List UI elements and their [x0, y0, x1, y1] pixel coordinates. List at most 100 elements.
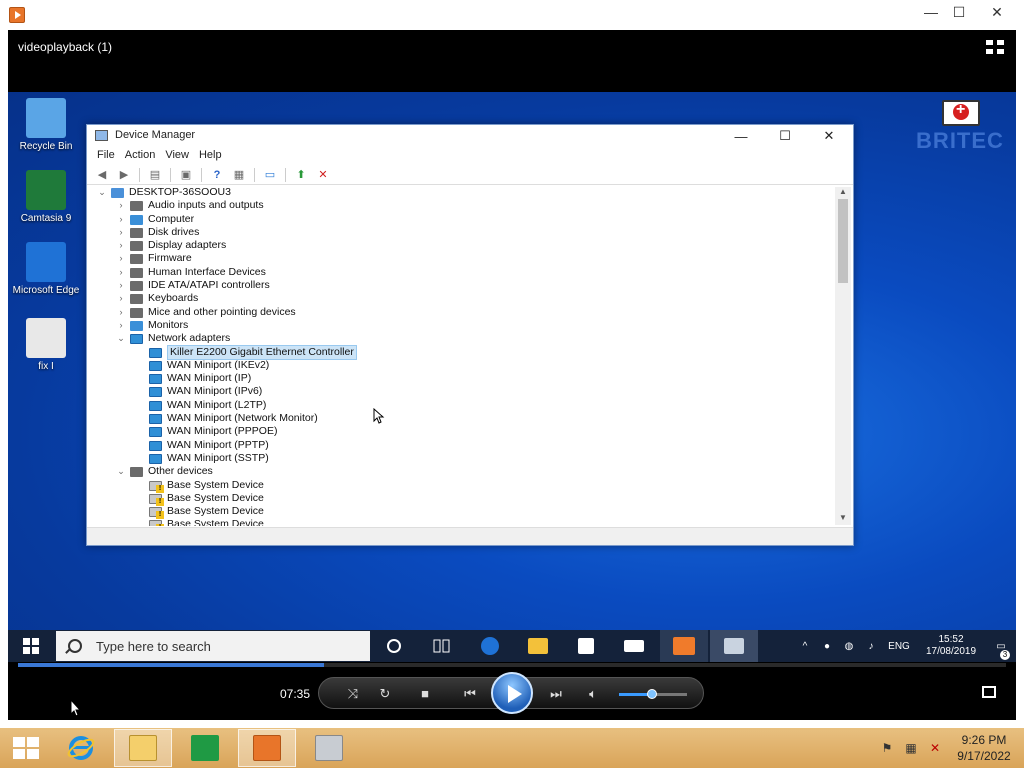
collapse-chevron-icon[interactable]: ⌄ — [97, 186, 107, 199]
update-driver-icon[interactable]: ⬆ — [292, 168, 310, 182]
tree-node[interactable]: › Audio inputs and outputs — [89, 199, 835, 212]
tree-node[interactable]: › Disk drives — [89, 226, 835, 239]
dm-maximize-button[interactable]: ☐ — [763, 125, 807, 147]
mail-icon[interactable] — [610, 630, 658, 662]
collapse-chevron-icon[interactable]: ⌄ — [116, 332, 126, 345]
expand-chevron-icon[interactable]: › — [116, 279, 126, 292]
host-device-icon[interactable] — [300, 729, 358, 767]
tree-node[interactable]: Killer E2200 Gigabit Ethernet Controller — [89, 344, 835, 360]
switch-to-now-playing-icon[interactable] — [982, 686, 996, 698]
close-button[interactable]: ✕ — [980, 0, 1014, 24]
language-indicator[interactable]: ENG — [882, 641, 916, 652]
menu-help[interactable]: Help — [195, 147, 228, 165]
flag-icon[interactable]: ⚑ — [880, 741, 894, 755]
play-button[interactable] — [491, 672, 533, 714]
volume-knob[interactable] — [646, 689, 657, 699]
expand-chevron-icon[interactable]: › — [116, 319, 126, 332]
tree-node[interactable]: ⌄ Other devices — [89, 465, 835, 478]
host-file-explorer-icon[interactable] — [114, 729, 172, 767]
tree-node[interactable]: › Computer — [89, 213, 835, 226]
tree-node[interactable]: WAN Miniport (IKEv2) — [89, 359, 835, 372]
video-area[interactable]: Recycle Bin Camtasia 9 Microsoft Edge fix I… — [8, 92, 1016, 662]
expand-chevron-icon[interactable]: › — [116, 226, 126, 239]
help-icon[interactable]: ? — [208, 168, 226, 182]
back-arrow-icon[interactable]: ◀ — [93, 168, 111, 182]
desktop-icon[interactable]: Microsoft Edge — [10, 242, 82, 296]
menu-view[interactable]: View — [161, 147, 195, 165]
tree-node[interactable]: › IDE ATA/ATAPI controllers — [89, 279, 835, 292]
task-view-icon[interactable] — [418, 630, 466, 662]
recorded-clock[interactable]: 15:52 17/08/2019 — [916, 634, 986, 658]
properties-icon[interactable]: ▣ — [177, 168, 195, 182]
desktop-icon[interactable]: Recycle Bin — [10, 98, 82, 152]
scan-hardware-icon[interactable]: ▭ — [261, 168, 279, 182]
expand-chevron-icon[interactable]: › — [116, 252, 126, 265]
speaker-icon[interactable]: ♪ — [860, 641, 882, 652]
next-icon[interactable]: ⏭ — [543, 685, 569, 703]
windows-start-icon[interactable] — [8, 630, 54, 662]
tree-node[interactable]: WAN Miniport (SSTP) — [89, 452, 835, 465]
tree-node[interactable]: Base System Device — [89, 479, 835, 493]
tree-node[interactable]: › Keyboards — [89, 292, 835, 305]
expand-chevron-icon[interactable]: › — [116, 213, 126, 226]
network-globe-icon[interactable]: ◍ — [838, 641, 860, 652]
scroll-down-icon[interactable]: ▼ — [835, 513, 851, 525]
tree-node[interactable]: Base System Device — [89, 505, 835, 520]
desktop-icon[interactable]: fix I — [10, 318, 82, 372]
edge-taskbar-icon[interactable] — [466, 630, 514, 662]
tree-node[interactable]: WAN Miniport (L2TP) — [89, 399, 835, 412]
tree-scrollbar[interactable]: ▲ ▼ — [835, 187, 851, 525]
previous-icon[interactable]: ⏮ — [457, 685, 483, 703]
tree-node[interactable]: WAN Miniport (PPTP) — [89, 439, 835, 452]
stop-icon[interactable]: ■ — [415, 685, 435, 703]
host-store-icon[interactable] — [176, 729, 234, 767]
tree-node[interactable]: › Mice and other pointing devices — [89, 306, 835, 319]
tree-node[interactable]: ⌄ DESKTOP-36SOOU3 — [89, 186, 835, 199]
tree-node[interactable]: WAN Miniport (IPv6) — [89, 385, 835, 398]
uninstall-device-icon[interactable]: ✕ — [314, 168, 332, 182]
internet-explorer-taskbar-icon[interactable] — [52, 729, 110, 767]
tree-node[interactable]: › Human Interface Devices — [89, 266, 835, 279]
notification-center-icon[interactable]: ▭ 3 — [986, 641, 1016, 660]
cortana-icon[interactable] — [370, 630, 418, 662]
tree-node[interactable]: Base System Device — [89, 492, 835, 506]
tree-node[interactable]: ⌄ Network adapters — [89, 332, 835, 345]
store-icon[interactable] — [562, 630, 610, 662]
dm-minimize-button[interactable]: — — [719, 125, 763, 147]
tree-node[interactable]: WAN Miniport (Network Monitor) — [89, 412, 835, 425]
menu-file[interactable]: File — [93, 147, 121, 165]
mute-speaker-icon[interactable]: 🔈︎ — [583, 685, 603, 703]
microphone-icon[interactable]: ● — [816, 641, 838, 652]
host-media-player-icon[interactable] — [238, 729, 296, 767]
switch-to-library-icon[interactable] — [986, 40, 1004, 54]
forward-arrow-icon[interactable]: ▶ — [115, 168, 133, 182]
expand-chevron-icon[interactable]: › — [116, 266, 126, 279]
collapse-chevron-icon[interactable]: ⌄ — [116, 465, 126, 478]
file-explorer-icon[interactable] — [514, 630, 562, 662]
expand-chevron-icon[interactable]: › — [116, 239, 126, 252]
expand-chevron-icon[interactable]: › — [116, 199, 126, 212]
menu-action[interactable]: Action — [121, 147, 162, 165]
tree-node[interactable]: WAN Miniport (PPPOE) — [89, 425, 835, 438]
tree-node[interactable]: › Monitors — [89, 319, 835, 332]
scroll-thumb[interactable] — [838, 199, 848, 283]
tree-node[interactable]: Base System Device — [89, 518, 835, 526]
show-hidden-icons-icon[interactable]: ^ — [794, 641, 816, 652]
repeat-icon[interactable]: ↻ — [375, 685, 395, 703]
dm-close-button[interactable]: ✕ — [807, 125, 851, 147]
expand-chevron-icon[interactable]: › — [116, 306, 126, 319]
scroll-up-icon[interactable]: ▲ — [835, 187, 851, 199]
muted-speaker-icon[interactable]: ✕ — [928, 741, 942, 755]
seek-bar[interactable] — [18, 663, 1006, 667]
device-manager-taskbar-icon[interactable] — [710, 630, 758, 662]
host-clock[interactable]: 9:26 PM 9/17/2022 — [952, 732, 1016, 764]
expand-chevron-icon[interactable]: › — [116, 292, 126, 305]
maximize-button[interactable]: ☐ — [942, 0, 976, 24]
view-icon[interactable]: ▦ — [230, 168, 248, 182]
camtasia-taskbar-icon[interactable] — [660, 630, 708, 662]
show-hide-tree-icon[interactable]: ▤ — [146, 168, 164, 182]
shuffle-icon[interactable]: ⤨ — [343, 685, 363, 703]
network-icon[interactable]: ▦ — [904, 741, 918, 755]
host-start-button[interactable] — [6, 732, 46, 764]
device-manager-titlebar[interactable]: Device Manager — ☐ ✕ — [87, 125, 853, 147]
